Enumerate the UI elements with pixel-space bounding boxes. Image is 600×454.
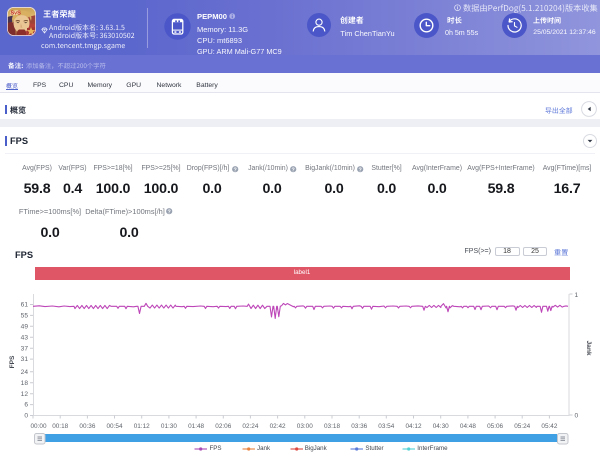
svg-text:01:48: 01:48 xyxy=(188,423,204,430)
svg-text:31: 31 xyxy=(21,356,29,363)
svg-text:1: 1 xyxy=(575,292,579,299)
svg-text:04:48: 04:48 xyxy=(460,423,476,430)
svg-text:03:54: 03:54 xyxy=(378,423,394,430)
svg-text:03:00: 03:00 xyxy=(297,423,313,430)
svg-text:02:42: 02:42 xyxy=(270,423,286,430)
svg-text:00:00: 00:00 xyxy=(31,423,47,430)
svg-text:01:12: 01:12 xyxy=(134,423,150,430)
svg-text:0: 0 xyxy=(575,413,579,420)
svg-text:61: 61 xyxy=(21,302,29,309)
svg-text:0: 0 xyxy=(24,413,28,420)
svg-text:04:30: 04:30 xyxy=(433,423,449,430)
svg-text:03:18: 03:18 xyxy=(324,423,340,430)
svg-text:?: ? xyxy=(168,209,171,215)
svg-text:49: 49 xyxy=(21,323,29,330)
svg-text:05:24: 05:24 xyxy=(514,423,530,430)
svg-text:03:36: 03:36 xyxy=(351,423,367,430)
svg-text:05:06: 05:06 xyxy=(487,423,503,430)
svg-text:05:42: 05:42 xyxy=(541,423,557,430)
svg-text:?: ? xyxy=(358,167,361,173)
svg-text:55: 55 xyxy=(21,313,29,320)
svg-text:6: 6 xyxy=(24,402,28,409)
svg-text:04:12: 04:12 xyxy=(406,423,422,430)
svg-text:Jank: Jank xyxy=(585,340,592,355)
svg-text:18: 18 xyxy=(21,380,29,387)
svg-text:02:24: 02:24 xyxy=(242,423,258,430)
svg-text:02:06: 02:06 xyxy=(215,423,231,430)
svg-text:FPS: FPS xyxy=(9,355,16,368)
svg-text:00:54: 00:54 xyxy=(107,423,123,430)
svg-text:12: 12 xyxy=(21,391,29,398)
svg-text:?: ? xyxy=(233,167,236,173)
svg-text:00:18: 00:18 xyxy=(52,423,68,430)
svg-text:?: ? xyxy=(291,167,294,173)
svg-text:24: 24 xyxy=(21,369,29,376)
svg-text:01:30: 01:30 xyxy=(161,423,177,430)
svg-text:00:36: 00:36 xyxy=(79,423,95,430)
svg-text:43: 43 xyxy=(21,334,29,341)
svg-text:37: 37 xyxy=(21,345,29,352)
